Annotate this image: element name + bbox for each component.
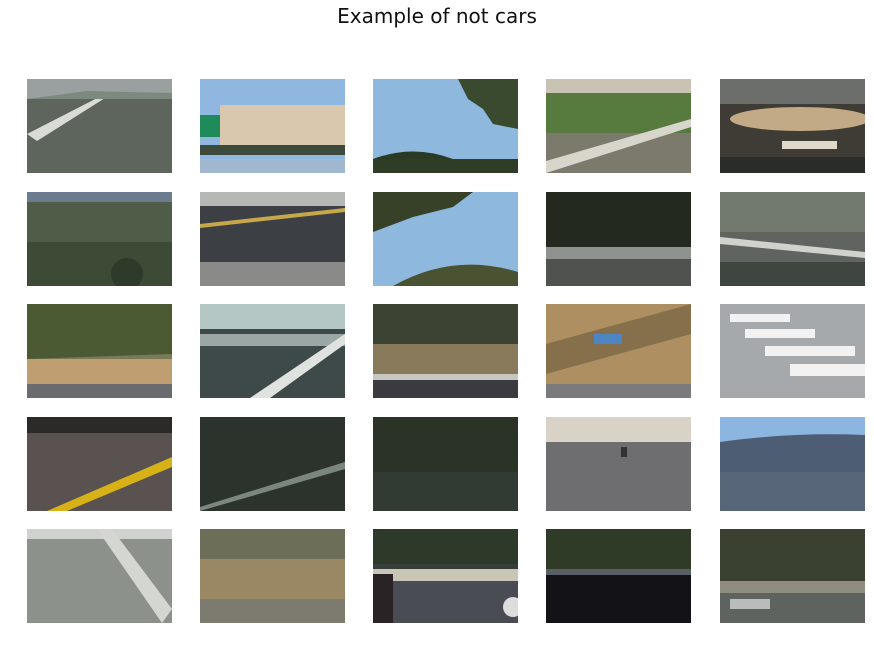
- photo-thumbnail: [720, 304, 865, 398]
- photo-thumbnail: [373, 192, 518, 286]
- photo-thumbnail: [546, 529, 691, 623]
- image-tile: [720, 304, 865, 398]
- image-tile: [546, 192, 691, 286]
- photo-thumbnail: [373, 529, 518, 623]
- photo-thumbnail: [720, 529, 865, 623]
- photo-thumbnail: [27, 417, 172, 511]
- image-tile: [200, 529, 345, 623]
- image-tile: [546, 79, 691, 173]
- image-tile: [373, 192, 518, 286]
- photo-thumbnail: [373, 417, 518, 511]
- image-tile: [200, 417, 345, 511]
- photo-thumbnail: [200, 79, 345, 173]
- image-tile: [373, 304, 518, 398]
- image-tile: [27, 417, 172, 511]
- photo-thumbnail: [27, 529, 172, 623]
- image-tile: [546, 304, 691, 398]
- image-tile: [27, 529, 172, 623]
- photo-thumbnail: [546, 417, 691, 511]
- image-tile: [200, 304, 345, 398]
- photo-thumbnail: [373, 304, 518, 398]
- photo-thumbnail: [27, 304, 172, 398]
- image-tile: [200, 79, 345, 173]
- image-tile: [27, 79, 172, 173]
- figure-title: Example of not cars: [337, 4, 537, 28]
- photo-thumbnail: [200, 529, 345, 623]
- image-tile: [720, 417, 865, 511]
- image-tile: [720, 192, 865, 286]
- image-tile: [720, 529, 865, 623]
- image-tile: [200, 192, 345, 286]
- image-tile: [27, 304, 172, 398]
- image-tile: [373, 417, 518, 511]
- photo-thumbnail: [546, 79, 691, 173]
- image-tile: [546, 417, 691, 511]
- photo-thumbnail: [720, 79, 865, 173]
- photo-thumbnail: [27, 79, 172, 173]
- photo-thumbnail: [546, 192, 691, 286]
- photo-thumbnail: [200, 417, 345, 511]
- image-tile: [373, 529, 518, 623]
- image-tile: [373, 79, 518, 173]
- photo-thumbnail: [200, 192, 345, 286]
- image-tile: [546, 529, 691, 623]
- photo-thumbnail: [546, 304, 691, 398]
- photo-thumbnail: [200, 304, 345, 398]
- photo-thumbnail: [720, 192, 865, 286]
- photo-thumbnail: [373, 79, 518, 173]
- image-tile: [720, 79, 865, 173]
- image-tile: [27, 192, 172, 286]
- photo-thumbnail: [27, 192, 172, 286]
- photo-thumbnail: [720, 417, 865, 511]
